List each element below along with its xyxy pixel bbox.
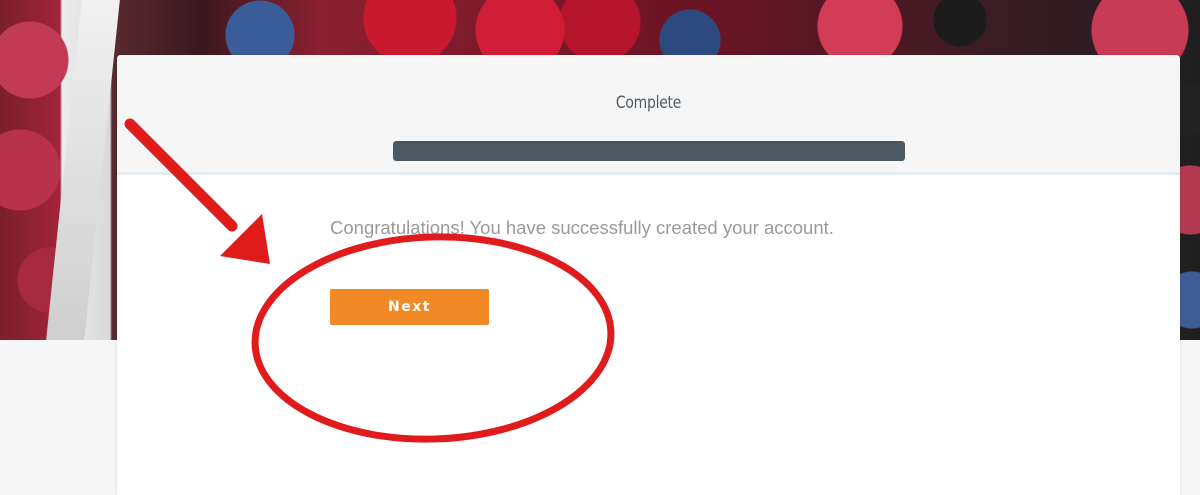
step-title: Complete [615,93,682,113]
success-message: Congratulations! You have successfully c… [330,217,834,238]
registration-card: Complete Congratulations! You have succe… [117,55,1180,495]
hero-crate-slat [46,0,120,340]
progress-bar [393,141,905,161]
card-header: Complete [117,55,1180,175]
next-button[interactable]: Next [330,289,489,325]
progress-bar-fill [393,141,905,161]
